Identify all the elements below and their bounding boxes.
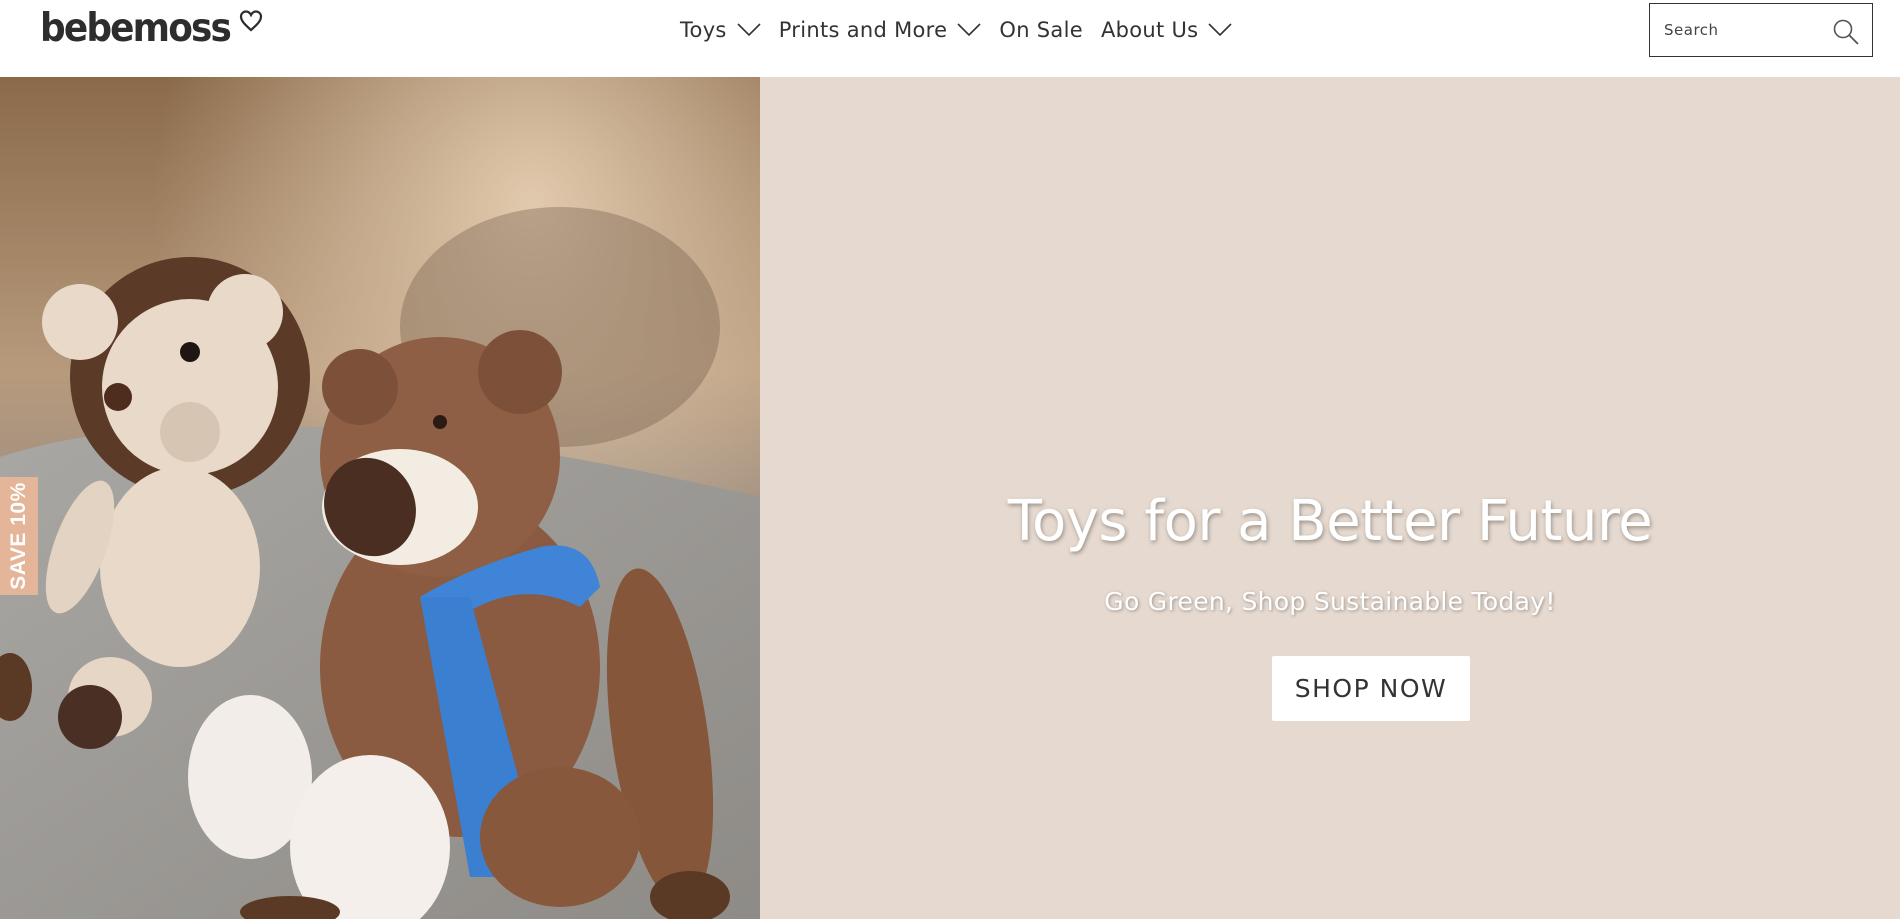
nav-item-label: On Sale bbox=[999, 18, 1083, 42]
nav-item-label: Prints and More bbox=[778, 18, 948, 42]
chevron-down-icon bbox=[1208, 23, 1232, 37]
nav-item-on-sale[interactable]: On Sale bbox=[999, 18, 1083, 42]
save-10-tab[interactable]: SAVE 10% bbox=[0, 477, 38, 595]
heart-icon bbox=[239, 10, 262, 32]
main-nav: Toys Prints and More On Sale About Us bbox=[680, 10, 1250, 50]
chevron-down-icon bbox=[957, 23, 981, 37]
nav-item-label: Toys bbox=[680, 18, 727, 42]
site-header: bebemoss Toys Prints and More On Sale Ab… bbox=[0, 0, 1900, 77]
chevron-down-icon bbox=[737, 23, 761, 37]
shop-now-button[interactable]: SHOP NOW bbox=[1272, 656, 1470, 721]
nav-item-label: About Us bbox=[1100, 18, 1199, 42]
hero-subtitle: Go Green, Shop Sustainable Today! bbox=[1104, 587, 1556, 616]
hero-title: Toys for a Better Future bbox=[1007, 489, 1653, 554]
brand-logo[interactable]: bebemoss bbox=[40, 6, 263, 52]
search-icon[interactable] bbox=[1832, 18, 1860, 46]
hero-banner: Toys for a Better Future Go Green, Shop … bbox=[0, 77, 1900, 919]
search-input[interactable] bbox=[1662, 20, 1826, 40]
nav-item-prints-and-more[interactable]: Prints and More bbox=[779, 18, 982, 42]
crochet-toys-photo bbox=[0, 77, 760, 919]
hero-image bbox=[0, 77, 760, 919]
nav-item-toys[interactable]: Toys bbox=[680, 18, 761, 42]
save-tab-label: SAVE 10% bbox=[7, 482, 30, 590]
search-box bbox=[1649, 3, 1873, 57]
hero-text-panel: Toys for a Better Future Go Green, Shop … bbox=[760, 77, 1900, 919]
nav-item-about-us[interactable]: About Us bbox=[1101, 18, 1232, 42]
brand-name: bebemoss bbox=[40, 6, 232, 51]
